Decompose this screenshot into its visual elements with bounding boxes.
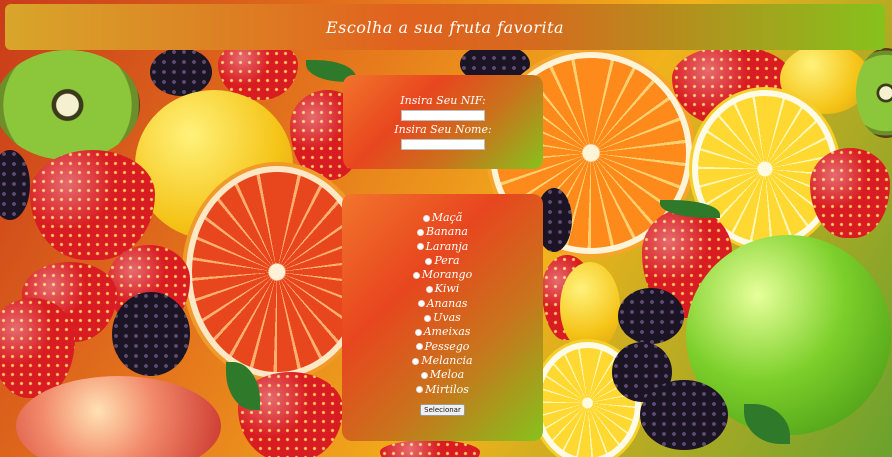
blackberry — [112, 292, 190, 376]
fruit-option-label: Morango — [421, 268, 473, 282]
radio-button[interactable] — [422, 214, 430, 222]
fruit-option-meloa[interactable]: Meloa — [342, 368, 543, 382]
fruit-option-label: Pera — [434, 253, 460, 267]
fruit-option-label: Kiwi — [434, 282, 460, 296]
nif-input[interactable] — [401, 110, 485, 121]
fruit-option-mirtilos[interactable]: Mirtilos — [342, 383, 543, 397]
fruit-option-label: Banana — [426, 225, 468, 239]
fruit-option-maca[interactable]: Maçã — [342, 211, 543, 225]
blackberry — [640, 380, 728, 450]
radio-button[interactable] — [416, 243, 424, 251]
radio-button[interactable] — [416, 386, 424, 394]
fruit-option-banana[interactable]: Banana — [342, 225, 543, 239]
radio-button[interactable] — [414, 329, 422, 337]
leaf — [226, 362, 260, 410]
fruit-option-ananas[interactable]: Ananas — [342, 297, 543, 311]
fruit-option-label: Meloa — [429, 368, 465, 382]
fruit-option-label: Laranja — [425, 239, 469, 253]
fruit-option-label: Uvas — [433, 311, 461, 325]
radio-button[interactable] — [415, 343, 423, 351]
select-button[interactable]: Selecionar — [420, 403, 465, 416]
radio-button[interactable] — [425, 286, 433, 294]
page-title: Escolha a sua fruta favorita — [325, 17, 565, 37]
fruit-radio-list: Maçã Banana Laranja Pera Morango Kiwi An… — [342, 211, 543, 397]
lemon — [560, 262, 620, 352]
identity-form-panel: Insira Seu NIF: Insira Seu Nome: — [343, 75, 543, 169]
fruit-option-uvas[interactable]: Uvas — [342, 311, 543, 325]
blackberry — [618, 288, 684, 344]
radio-button[interactable] — [412, 271, 420, 279]
name-label: Insira Seu Nome: — [394, 123, 492, 136]
grape — [0, 150, 30, 220]
radio-button[interactable] — [424, 314, 432, 322]
fruit-option-melancia[interactable]: Melancia — [342, 354, 543, 368]
strawberry — [380, 440, 480, 457]
fruit-option-label: Melancia — [421, 353, 473, 367]
fruit-option-ameixas[interactable]: Ameixas — [342, 325, 543, 339]
fruit-option-kiwi[interactable]: Kiwi — [342, 282, 543, 296]
strawberry — [810, 148, 890, 238]
fruit-option-morango[interactable]: Morango — [342, 268, 543, 282]
radio-button[interactable] — [420, 371, 428, 379]
fruit-option-label: Ananas — [426, 296, 468, 310]
radio-button[interactable] — [412, 357, 420, 365]
fruit-form-panel: Maçã Banana Laranja Pera Morango Kiwi An… — [342, 194, 543, 441]
header-bar: Escolha a sua fruta favorita — [5, 4, 885, 50]
radio-button[interactable] — [417, 300, 425, 308]
fruit-option-pera[interactable]: Pera — [342, 254, 543, 268]
radio-button[interactable] — [425, 257, 433, 265]
blackberry — [150, 48, 212, 96]
fruit-option-label: Pessego — [424, 339, 470, 353]
kiwi-slice — [0, 50, 140, 160]
strawberry — [30, 150, 155, 260]
radio-button[interactable] — [417, 228, 425, 236]
fruit-option-pessego[interactable]: Pessego — [342, 340, 543, 354]
nif-label: Insira Seu NIF: — [400, 94, 486, 107]
fruit-option-label: Mirtilos — [425, 382, 469, 396]
name-input[interactable] — [401, 139, 485, 150]
fruit-option-label: Ameixas — [423, 325, 471, 339]
fruit-option-label: Maçã — [431, 211, 463, 224]
blood-orange-slice — [192, 172, 362, 372]
fruit-option-laranja[interactable]: Laranja — [342, 240, 543, 254]
